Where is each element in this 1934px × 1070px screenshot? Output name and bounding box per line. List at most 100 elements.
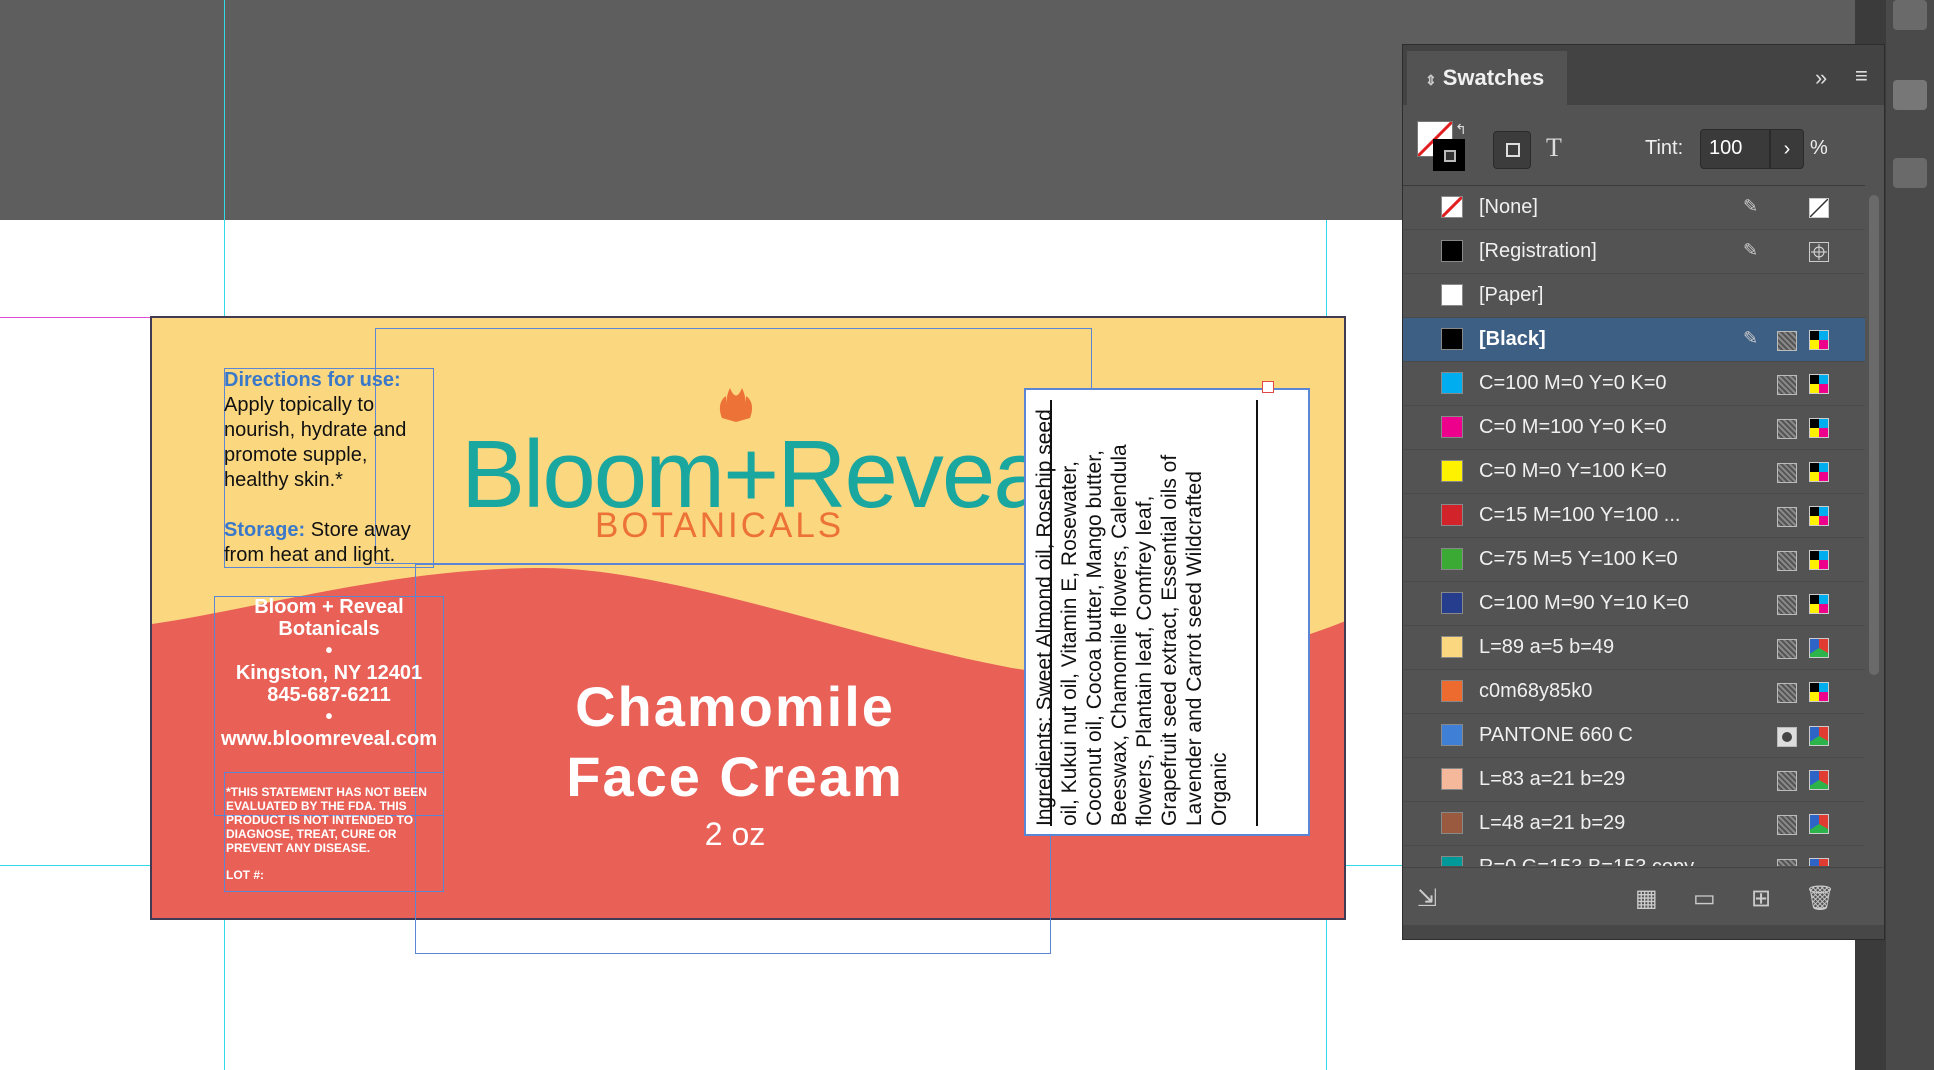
docked-icons-column <box>1886 0 1934 1070</box>
storage-heading: Storage: <box>224 519 306 541</box>
spot-color-icon <box>1777 727 1797 747</box>
lab-mode-icon <box>1809 770 1829 790</box>
overset-text-icon[interactable] <box>1262 381 1274 393</box>
swatch-row[interactable]: [Paper] <box>1403 274 1865 318</box>
cmyk-mode-icon <box>1809 682 1829 702</box>
tab-swatches-label: Swatches <box>1442 65 1545 90</box>
stroke-swatch[interactable] <box>1433 139 1465 171</box>
swatch-color-chip <box>1441 592 1463 614</box>
swatch-color-chip <box>1441 240 1463 262</box>
swatch-name: C=15 M=100 Y=100 ... <box>1479 504 1681 526</box>
swatch-row[interactable]: C=0 M=100 Y=0 K=0 <box>1403 406 1865 450</box>
trash-icon[interactable]: 🗑 <box>1805 884 1835 913</box>
process-color-icon <box>1777 683 1797 703</box>
swatch-row[interactable]: PANTONE 660 C <box>1403 714 1865 758</box>
swatch-name: [Paper] <box>1479 284 1544 306</box>
company-info: Bloom + Reveal Botanicals • Kingston, NY… <box>214 596 444 750</box>
process-color-icon <box>1777 331 1797 351</box>
tint-label: Tint: <box>1645 137 1684 159</box>
square-icon <box>1506 143 1520 157</box>
cmyk-mode-icon <box>1809 374 1829 394</box>
swatch-name: PANTONE 660 C <box>1479 724 1633 746</box>
tab-swatches[interactable]: ⇕ Swatches <box>1407 51 1567 105</box>
ingredients-list: Ingredients: Sweet Almond oil, Rosehip s… <box>1033 409 1206 826</box>
tint-input[interactable]: 100 <box>1700 129 1770 169</box>
swatch-row[interactable]: [None] ✎ <box>1403 186 1865 230</box>
swap-fill-stroke-icon[interactable]: ↰ <box>1455 121 1467 138</box>
swatch-name: L=89 a=5 b=49 <box>1479 636 1615 658</box>
process-color-icon <box>1777 859 1797 866</box>
new-swatch-icon[interactable]: ⊞ <box>1751 884 1771 913</box>
swatch-color-chip <box>1441 680 1463 702</box>
swatch-row[interactable]: L=83 a=21 b=29 <box>1403 758 1865 802</box>
hamburger-menu-icon[interactable]: ≡ <box>1855 63 1868 89</box>
layers-icon[interactable] <box>1893 80 1927 110</box>
show-swatch-kinds-icon[interactable]: ⇲ <box>1417 884 1437 913</box>
cmyk-mode-icon <box>1809 550 1829 570</box>
product-title: Chamomile Face Cream 2 oz <box>520 672 950 856</box>
new-color-group-icon[interactable]: ▭ <box>1693 884 1716 913</box>
swatch-name: [Black] <box>1479 328 1546 350</box>
swatch-color-chip <box>1440 195 1464 219</box>
swatch-row[interactable]: L=89 a=5 b=49 <box>1403 626 1865 670</box>
swatch-color-chip <box>1441 724 1463 746</box>
swatch-list[interactable]: [None] ✎ [Registration] ✎ [Paper] [Black] ✎ C=1… <box>1403 185 1865 866</box>
swatch-name: L=48 a=21 b=29 <box>1479 812 1626 834</box>
panel-resize-grip[interactable] <box>1403 925 1884 939</box>
swatch-name: R=0 G=153 B=153 copy <box>1479 856 1694 866</box>
ingredients-frame[interactable]: Ingredients: Sweet Almond oil, Rosehip s… <box>1024 388 1310 836</box>
process-color-icon <box>1777 595 1797 615</box>
product-name-line2: Face Cream <box>566 745 904 808</box>
directions-heading: Directions for use: <box>224 369 401 391</box>
swatch-name: C=100 M=0 Y=0 K=0 <box>1479 372 1667 394</box>
swatch-row[interactable]: R=0 G=153 B=153 copy <box>1403 846 1865 866</box>
product-name-line1: Chamomile <box>575 675 895 738</box>
lab-mode-icon <box>1809 726 1829 746</box>
swatch-color-chip <box>1441 284 1463 306</box>
comments-icon[interactable] <box>1893 158 1927 188</box>
stroke-inner <box>1444 150 1456 162</box>
swatches-panel[interactable]: ⇕ Swatches » ≡ ↰ T Tint: 100 › % [None] ✎[… <box>1402 44 1885 940</box>
formatting-container-button[interactable] <box>1493 131 1531 169</box>
formatting-text-button[interactable]: T <box>1546 133 1562 163</box>
swatch-row[interactable]: [Black] ✎ <box>1403 318 1865 362</box>
swatch-row[interactable]: [Registration] ✎ <box>1403 230 1865 274</box>
swatch-name: c0m68y85k0 <box>1479 680 1593 702</box>
cmyk-mode-icon <box>1809 462 1829 482</box>
swatch-row[interactable]: C=100 M=90 Y=10 K=0 <box>1403 582 1865 626</box>
swatch-views-icon[interactable]: ▦ <box>1635 884 1658 913</box>
swatch-row[interactable]: C=15 M=100 Y=100 ... <box>1403 494 1865 538</box>
swatch-name: C=75 M=5 Y=100 K=0 <box>1479 548 1678 570</box>
swatch-color-chip <box>1441 636 1463 658</box>
panel-tab-bar: ⇕ Swatches » ≡ <box>1403 45 1884 105</box>
registration-mode-icon <box>1809 242 1829 262</box>
scrollbar[interactable] <box>1869 195 1879 675</box>
blank-mode-icon <box>1809 286 1829 306</box>
directions-body: Apply topically to nourish, hydrate and … <box>224 394 407 491</box>
margin-guide <box>0 317 160 318</box>
ingredients-rule <box>1256 400 1258 826</box>
swatch-color-chip <box>1441 504 1463 526</box>
swatch-row[interactable]: C=75 M=5 Y=100 K=0 <box>1403 538 1865 582</box>
swatch-color-chip <box>1441 328 1463 350</box>
swatch-row[interactable]: C=0 M=0 Y=100 K=0 <box>1403 450 1865 494</box>
bullet: • <box>325 640 333 662</box>
chevron-right-icon[interactable]: › <box>1770 129 1804 169</box>
swatch-name: C=100 M=90 Y=10 K=0 <box>1479 592 1689 614</box>
pages-icon[interactable] <box>1893 0 1927 30</box>
swatch-row[interactable]: c0m68y85k0 <box>1403 670 1865 714</box>
process-color-icon <box>1777 771 1797 791</box>
fda-disclaimer: *THIS STATEMENT HAS NOT BEEN EVALUATED B… <box>226 785 427 855</box>
process-color-icon <box>1777 375 1797 395</box>
swatch-row[interactable]: C=100 M=0 Y=0 K=0 <box>1403 362 1865 406</box>
swatch-row[interactable]: L=48 a=21 b=29 <box>1403 802 1865 846</box>
swatch-color-chip <box>1441 548 1463 570</box>
company-phone: 845-687-6211 <box>267 684 391 706</box>
swatch-color-chip <box>1441 856 1463 866</box>
double-chevron-right-icon[interactable]: » <box>1815 65 1827 91</box>
swatch-color-chip <box>1441 372 1463 394</box>
process-color-icon <box>1777 463 1797 483</box>
non-editable-pencil-icon: ✎ <box>1743 196 1759 216</box>
swatch-color-chip <box>1441 460 1463 482</box>
tint-percent-label: % <box>1810 137 1828 159</box>
